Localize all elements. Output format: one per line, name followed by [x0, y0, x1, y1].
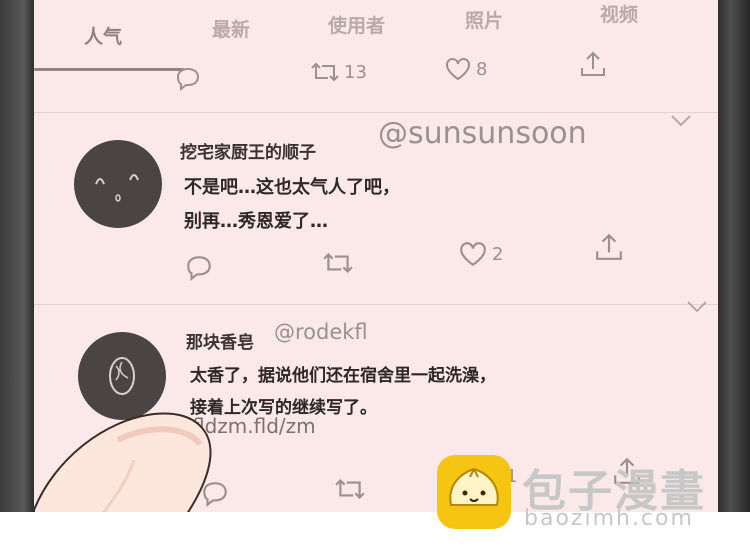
reply-button[interactable]: [174, 66, 202, 92]
reply-button[interactable]: [184, 254, 214, 282]
tab-popular[interactable]: 人气: [84, 22, 122, 49]
like-count: 8: [476, 58, 488, 80]
bun-logo-icon: [437, 455, 511, 529]
like-button[interactable]: 8: [444, 56, 487, 82]
like-button[interactable]: 2: [458, 240, 503, 268]
share-button[interactable]: [594, 232, 624, 262]
retweet-icon: [335, 478, 365, 500]
tab-videos[interactable]: 视频: [600, 0, 638, 27]
face-icon: [95, 174, 139, 202]
retweet-button[interactable]: 13: [310, 60, 367, 84]
share-button[interactable]: [579, 50, 607, 78]
phone-screen: 人气 最新 使用者 照片 视频 13 8 挖宅家厨王的顺子 @sunsunsoo…: [34, 0, 718, 512]
retweet-icon: [311, 62, 339, 82]
like-count: 2: [492, 243, 504, 265]
reply-icon: [187, 256, 211, 281]
share-icon: [581, 51, 605, 76]
tweet-text-line: 太香了，据说他们还在宿舍里一起洗澡，: [190, 366, 496, 386]
tweet-divider: [34, 112, 718, 113]
reply-icon: [176, 67, 200, 92]
search-tabs: 人气 最新 使用者 照片 视频: [34, 0, 718, 58]
chevron-down-icon[interactable]: [686, 300, 708, 314]
tab-photos[interactable]: 照片: [465, 6, 503, 33]
retweet-count: 13: [344, 61, 367, 83]
tab-users[interactable]: 使用者: [328, 11, 385, 38]
user-handle[interactable]: @rodekfl: [274, 320, 368, 344]
chevron-down-icon[interactable]: [670, 114, 692, 128]
retweet-button[interactable]: [322, 250, 354, 276]
tweet-divider: [34, 304, 718, 305]
user-name[interactable]: 那块香皂: [186, 328, 254, 353]
active-tab-indicator: [34, 68, 184, 71]
retweet-button[interactable]: [334, 476, 366, 502]
avatar[interactable]: [74, 140, 162, 228]
share-icon: [596, 233, 622, 260]
thumb-illustration: [34, 412, 212, 512]
retweet-icon: [323, 252, 353, 274]
phone-bezel-left: [0, 0, 34, 512]
user-name[interactable]: 挖宅家厨王的顺子: [180, 138, 316, 163]
tweet-text-line: 别再…秀恩爱了…: [184, 211, 328, 232]
user-handle[interactable]: @sunsunsoon: [378, 116, 587, 151]
heart-icon: [446, 58, 470, 81]
heart-icon: [460, 242, 486, 266]
phone-bezel-right: [718, 0, 750, 512]
tab-latest[interactable]: 最新: [212, 15, 250, 42]
tweet-text-line: 不是吧…这也太气人了吧，: [184, 177, 400, 198]
watermark-url: baozimh.com: [524, 506, 694, 531]
